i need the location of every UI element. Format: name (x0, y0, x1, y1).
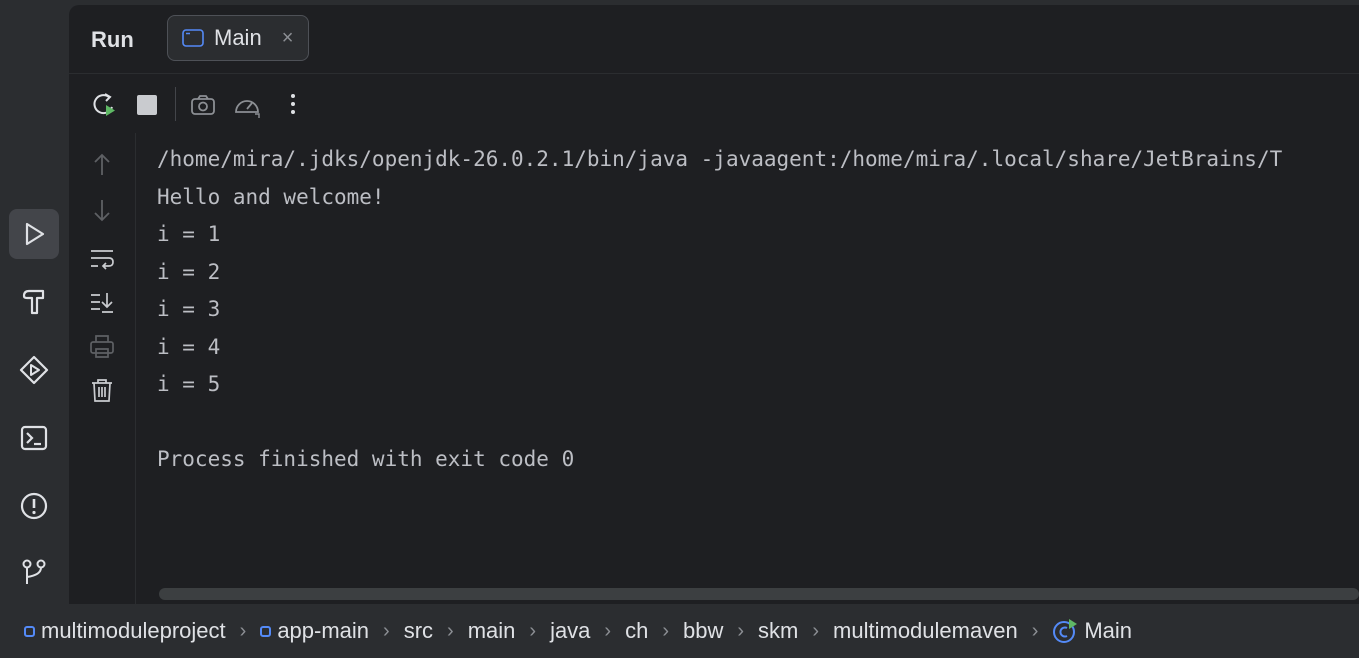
run-tool-window: Run Main × /home/mira/.jdks/openjdk-26.0… (69, 5, 1359, 604)
run-toolbar (69, 73, 1359, 133)
breadcrumb-label: Main (1084, 618, 1133, 643)
chevron-right-icon: › (737, 619, 745, 642)
clear-icon (92, 379, 112, 402)
scroll-up-button[interactable] (88, 151, 116, 179)
breadcrumb-item[interactable]: multimoduleproject (24, 618, 226, 644)
chevron-right-icon: › (239, 619, 247, 642)
breadcrumb-item[interactable]: multimodulemaven (833, 618, 1018, 644)
scroll-down-icon (94, 200, 110, 222)
tool-window-strip (0, 0, 69, 604)
breadcrumb-item[interactable]: main (468, 618, 516, 644)
clear-console-button[interactable] (88, 376, 116, 404)
git-icon (22, 559, 46, 584)
profiler-button[interactable] (233, 91, 261, 119)
print-icon (90, 335, 114, 358)
console-window-icon (182, 29, 204, 47)
scroll-to-end-button[interactable] (88, 288, 116, 316)
screenshot-button[interactable] (189, 91, 217, 119)
git-tool-button[interactable] (9, 547, 59, 597)
build-tool-button[interactable] (9, 277, 59, 327)
chevron-right-icon: › (662, 619, 670, 642)
profiler-icon (235, 100, 260, 118)
run-class-icon (1053, 619, 1078, 643)
console-gutter (69, 133, 136, 604)
scroll-up-icon (94, 153, 110, 175)
breadcrumb-item[interactable]: ch (625, 618, 648, 644)
console-line: i = 4 (157, 334, 221, 359)
breadcrumb-item[interactable]: src (404, 618, 433, 644)
console-output[interactable]: /home/mira/.jdks/openjdk-26.0.2.1/bin/ja… (157, 141, 1359, 479)
stop-icon (137, 95, 157, 115)
scroll-to-end-icon (91, 293, 113, 313)
terminal-tool-button[interactable] (9, 413, 59, 463)
rerun-icon (93, 93, 115, 116)
more-actions-button[interactable] (279, 91, 307, 119)
chevron-right-icon: › (529, 619, 537, 642)
breadcrumb-item[interactable]: bbw (683, 618, 723, 644)
chevron-right-icon: › (812, 619, 820, 642)
breadcrumb: multimoduleproject › app-main › src › ma… (24, 618, 1132, 644)
screenshot-icon (191, 95, 215, 115)
run-icon (25, 222, 45, 246)
chevron-right-icon: › (447, 619, 454, 642)
tab-main-label: Main (214, 25, 262, 50)
toolbar-separator (175, 87, 176, 121)
console-line: Hello and welcome! (157, 184, 385, 209)
terminal-icon (20, 425, 48, 451)
more-icon (291, 94, 295, 114)
breadcrumb-item[interactable]: Main (1052, 618, 1132, 644)
chevron-right-icon: › (604, 619, 612, 642)
console-line: /home/mira/.jdks/openjdk-26.0.2.1/bin/ja… (157, 147, 1283, 171)
services-icon (19, 355, 49, 385)
run-header: Run Main × (69, 5, 1359, 74)
chevron-right-icon: › (383, 619, 390, 642)
chevron-right-icon: › (1031, 619, 1039, 642)
breadcrumb-label: app-main (277, 618, 370, 643)
close-icon[interactable]: × (282, 27, 294, 50)
run-title: Run (91, 27, 134, 52)
rerun-button[interactable] (91, 91, 119, 119)
print-button[interactable] (88, 332, 116, 360)
scroll-down-button[interactable] (88, 196, 116, 224)
console-line: i = 3 (157, 297, 221, 321)
stop-button[interactable] (133, 91, 161, 119)
run-tool-button[interactable] (9, 209, 59, 259)
module-icon (260, 625, 272, 637)
problems-icon (20, 492, 48, 520)
navigation-bar: multimoduleproject › app-main › src › ma… (0, 604, 1359, 658)
horizontal-scrollbar[interactable] (159, 588, 1359, 600)
breadcrumb-item[interactable]: skm (758, 618, 798, 644)
module-icon (24, 625, 35, 637)
build-hammer-icon (22, 289, 45, 315)
soft-wrap-button[interactable] (88, 244, 116, 272)
services-tool-button[interactable] (9, 345, 59, 395)
breadcrumb-item[interactable]: java (550, 618, 590, 644)
tab-main[interactable]: Main × (167, 15, 309, 61)
problems-tool-button[interactable] (9, 481, 59, 531)
console-line: i = 1 (157, 222, 221, 246)
soft-wrap-icon (91, 250, 114, 270)
console-line: i = 2 (157, 259, 221, 284)
breadcrumb-item[interactable]: app-main (260, 618, 369, 644)
console-line: Process finished with exit code 0 (157, 447, 575, 471)
breadcrumb-label: multimoduleproject (41, 618, 226, 643)
console-line: i = 5 (157, 372, 221, 396)
